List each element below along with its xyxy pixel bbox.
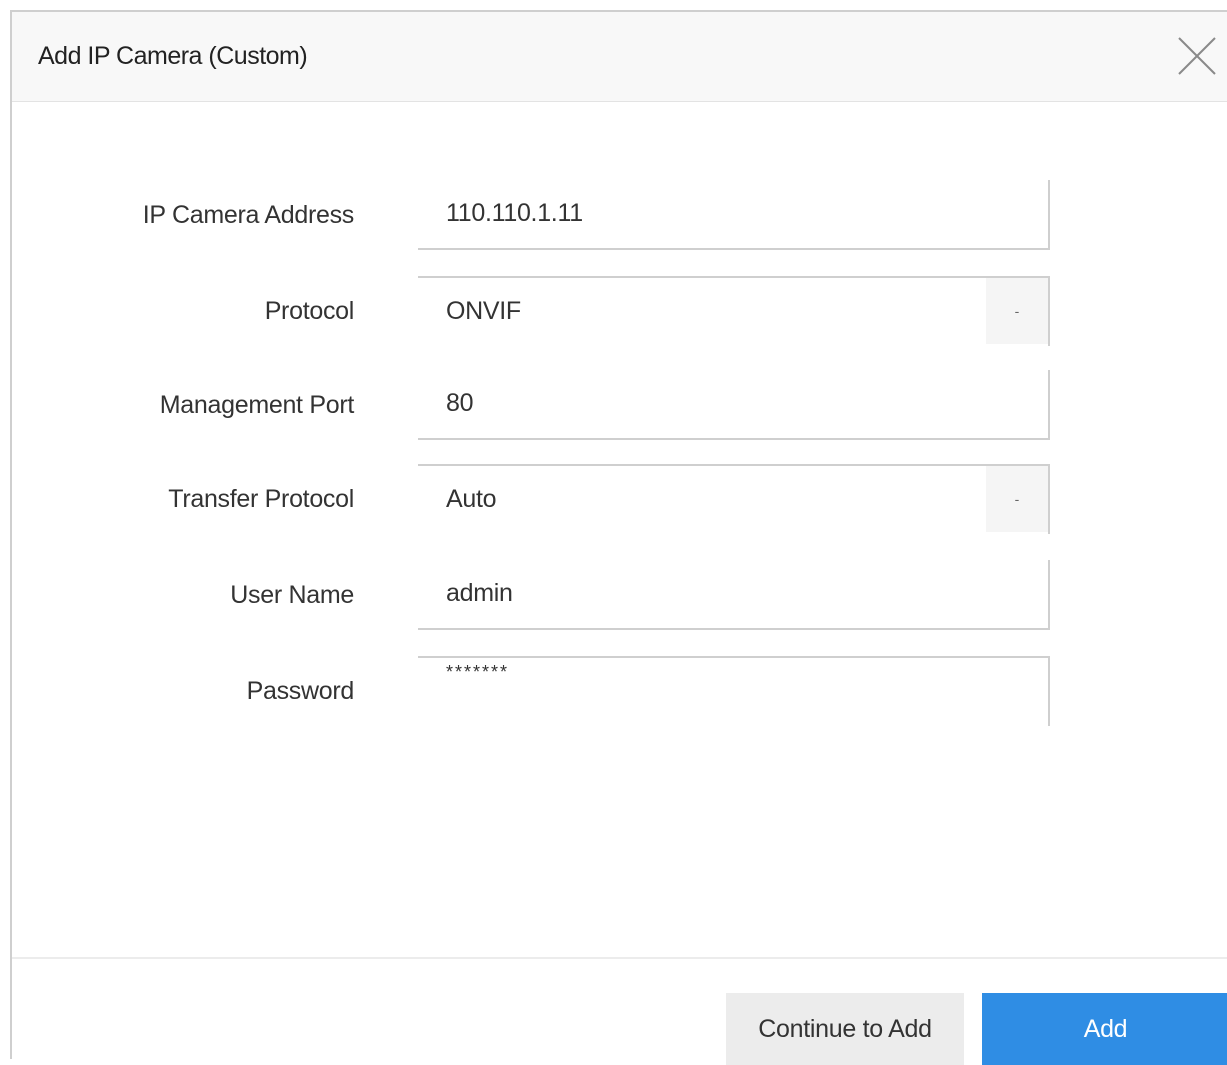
protocol-select[interactable]: ONVIF - xyxy=(418,276,1050,346)
user-name-row: User Name admin xyxy=(12,560,1227,630)
ip-address-input[interactable]: 110.110.1.11 xyxy=(418,180,1050,250)
management-port-row: Management Port 80 xyxy=(12,370,1227,440)
dialog-footer: Continue to Add Add xyxy=(12,957,1227,1065)
transfer-protocol-select[interactable]: Auto - xyxy=(418,464,1050,534)
transfer-protocol-value: Auto xyxy=(446,485,497,513)
management-port-label: Management Port xyxy=(159,391,355,419)
add-button[interactable]: Add xyxy=(982,993,1227,1065)
continue-to-add-button[interactable]: Continue to Add xyxy=(726,993,964,1065)
user-name-input[interactable]: admin xyxy=(418,560,1050,630)
chevron-down-icon: - xyxy=(1014,303,1020,319)
password-value: ******* xyxy=(446,662,510,682)
chevron-down-icon: - xyxy=(1014,491,1020,507)
dialog-header: Add IP Camera (Custom) xyxy=(12,12,1227,102)
password-label: Password xyxy=(246,677,355,705)
ip-address-label: IP Camera Address xyxy=(142,201,355,229)
protocol-value: ONVIF xyxy=(446,297,521,325)
management-port-value: 80 xyxy=(446,389,474,417)
user-name-value: admin xyxy=(446,579,513,607)
ip-address-row: IP Camera Address 110.110.1.11 xyxy=(12,180,1227,250)
close-icon xyxy=(1178,37,1216,75)
ip-address-value: 110.110.1.11 xyxy=(446,199,583,227)
transfer-protocol-row: Transfer Protocol Auto - xyxy=(12,464,1227,534)
password-row: Password ******* xyxy=(12,656,1227,726)
protocol-row: Protocol ONVIF - xyxy=(12,276,1227,346)
transfer-protocol-label: Transfer Protocol xyxy=(168,485,354,513)
close-button[interactable] xyxy=(1175,34,1219,78)
management-port-input[interactable]: 80 xyxy=(418,370,1050,440)
dialog-title: Add IP Camera (Custom) xyxy=(38,42,308,70)
password-input[interactable]: ******* xyxy=(418,656,1050,726)
user-name-label: User Name xyxy=(230,581,354,609)
transfer-protocol-dropdown-button[interactable]: - xyxy=(986,466,1048,532)
add-ip-camera-dialog: Add IP Camera (Custom) IP Camera Address… xyxy=(10,10,1227,1065)
protocol-label: Protocol xyxy=(264,297,355,325)
protocol-dropdown-button[interactable]: - xyxy=(986,278,1048,344)
